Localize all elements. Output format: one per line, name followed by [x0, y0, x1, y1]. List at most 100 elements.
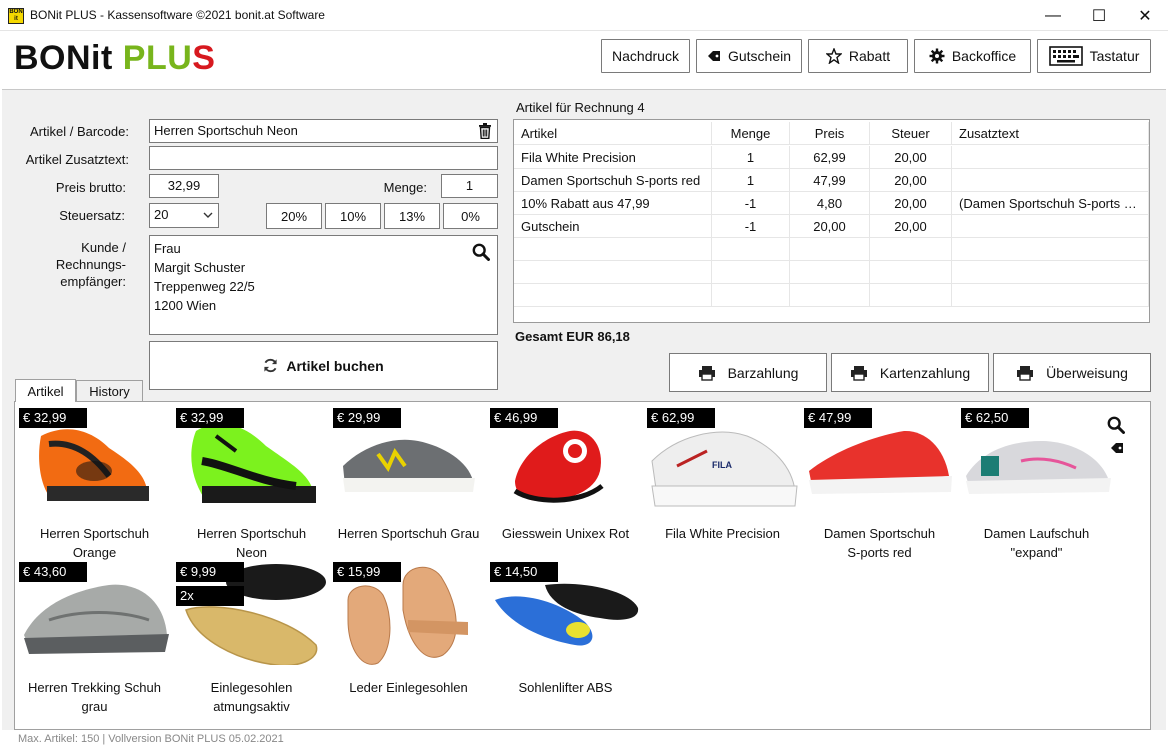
- product-grid: € 32,99 Herren Sportschuh Orange € 32,99 …: [14, 401, 1151, 730]
- rabatt-button[interactable]: Rabatt: [808, 39, 908, 73]
- product-tile-sohlenlifter[interactable]: € 14,50 Sohlenlifter ABS: [488, 558, 643, 710]
- product-name: Einlegesohlen atmungsaktiv: [174, 678, 329, 716]
- col-preis[interactable]: Preis: [790, 122, 870, 145]
- search-icon[interactable]: [1107, 416, 1125, 434]
- tax-0-button[interactable]: 0%: [443, 203, 498, 229]
- product-tile-leder-einlegesohlen[interactable]: € 15,99 Leder Einlegesohlen: [331, 558, 486, 710]
- menge-input[interactable]: 1: [441, 174, 498, 198]
- product-name-line1: Einlegesohlen: [210, 680, 293, 695]
- empty-cell: [870, 238, 952, 261]
- col-artikel[interactable]: Artikel: [514, 122, 712, 145]
- product-tile-einlegesohlen[interactable]: € 9,99 2x Einlegesohlen atmungsaktiv: [174, 558, 329, 714]
- tag-icon[interactable]: [1110, 442, 1124, 454]
- product-price: € 32,99: [176, 408, 244, 428]
- tax-10-button[interactable]: 10%: [325, 203, 381, 229]
- customer-salutation: Frau: [154, 241, 181, 256]
- cell-menge: 1: [712, 146, 790, 169]
- product-tile-giesswein[interactable]: € 46,99 Giesswein Unixex Rot: [488, 404, 643, 556]
- product-price: € 46,99: [490, 408, 558, 428]
- cell-zusatztext: [952, 169, 1149, 192]
- table-row[interactable]: Gutschein -1 20,00 20,00: [514, 215, 1149, 238]
- col-zusatztext[interactable]: Zusatztext: [952, 122, 1149, 145]
- table-row-empty[interactable]: [514, 238, 1149, 261]
- preis-label: Preis brutto:: [55, 180, 126, 195]
- product-tile-trekking[interactable]: € 43,60 Herren Trekking Schuh grau: [17, 558, 172, 714]
- table-row[interactable]: Damen Sportschuh S-ports red 1 47,99 20,…: [514, 169, 1149, 192]
- empty-cell: [952, 284, 1149, 307]
- kartenzahlung-label: Kartenzahlung: [879, 364, 971, 381]
- tastatur-button[interactable]: Tastatur: [1037, 39, 1151, 73]
- product-tile-herren-orange[interactable]: € 32,99 Herren Sportschuh Orange: [17, 404, 172, 560]
- table-row-empty[interactable]: [514, 261, 1149, 284]
- tab-history[interactable]: History: [76, 380, 143, 402]
- kartenzahlung-button[interactable]: Kartenzahlung: [831, 353, 989, 392]
- product-name: Herren Sportschuh Grau: [331, 524, 486, 543]
- empty-cell: [514, 261, 712, 284]
- table-row[interactable]: Fila White Precision 1 62,99 20,00: [514, 146, 1149, 169]
- steuersatz-value: 20: [154, 207, 169, 222]
- rabatt-label: Rabatt: [848, 48, 891, 64]
- product-tile-herren-neon[interactable]: € 32,99 Herren Sportschuh Neon: [174, 404, 329, 560]
- cell-steuer: 20,00: [870, 215, 952, 238]
- table-row[interactable]: 10% Rabatt aus 47,99 -1 4,80 20,00 (Dame…: [514, 192, 1149, 215]
- cell-zusatztext: [952, 146, 1149, 169]
- cell-artikel: Damen Sportschuh S-ports red: [514, 169, 712, 192]
- product-name-line1: Herren Sportschuh: [39, 526, 150, 541]
- svg-text:FILA: FILA: [712, 460, 732, 470]
- barzahlung-button[interactable]: Barzahlung: [669, 353, 827, 392]
- product-name-line2: S-ports red: [847, 545, 912, 560]
- gutschein-button[interactable]: Gutschein: [696, 39, 802, 73]
- empty-cell: [790, 284, 870, 307]
- invoice-table[interactable]: Artikel Menge Preis Steuer Zusatztext Fi…: [513, 119, 1150, 323]
- customer-box[interactable]: Frau Margit Schuster Treppenweg 22/5 120…: [149, 235, 498, 335]
- product-price: € 32,99: [19, 408, 87, 428]
- col-menge[interactable]: Menge: [712, 122, 790, 145]
- product-price: € 15,99: [333, 562, 401, 582]
- tab-artikel[interactable]: Artikel: [15, 379, 76, 402]
- product-tile-damen-sports[interactable]: € 47,99 Damen Sportschuh S-ports red: [802, 404, 957, 560]
- product-name-line1: Herren Sportschuh: [196, 526, 307, 541]
- close-button[interactable]: ✕: [1122, 0, 1168, 31]
- artikel-buchen-button[interactable]: Artikel buchen: [149, 341, 498, 390]
- cell-steuer: 20,00: [870, 146, 952, 169]
- cell-preis: 47,99: [790, 169, 870, 192]
- customer-name: Margit Schuster: [154, 260, 246, 275]
- ueberweisung-button[interactable]: Überweisung: [993, 353, 1151, 392]
- product-name-line1: Fila White Precision: [665, 526, 780, 541]
- col-steuer[interactable]: Steuer: [870, 122, 952, 145]
- cell-steuer: 20,00: [870, 192, 952, 215]
- zusatztext-input[interactable]: [149, 146, 498, 170]
- product-name-line1: Damen Laufschuh: [983, 526, 1090, 541]
- steuersatz-select[interactable]: 20: [149, 203, 219, 228]
- product-tile-fila[interactable]: FILA € 62,99 Fila White Precision: [645, 404, 800, 556]
- cell-steuer: 20,00: [870, 169, 952, 192]
- kunde-label-line2: Rechnungs-: [55, 257, 126, 272]
- preis-input[interactable]: 32,99: [149, 174, 219, 198]
- nachdruck-button[interactable]: Nachdruck: [601, 39, 690, 73]
- ueberweisung-label: Überweisung: [1046, 364, 1128, 381]
- product-name-line2: "expand": [1010, 545, 1063, 560]
- table-row-empty[interactable]: [514, 284, 1149, 307]
- backoffice-button[interactable]: Backoffice: [914, 39, 1031, 73]
- app-icon: BON it: [8, 8, 24, 24]
- product-tile-herren-grau[interactable]: € 29,99 Herren Sportschuh Grau: [331, 404, 486, 556]
- cell-menge: 1: [712, 169, 790, 192]
- minimize-button[interactable]: —: [1030, 0, 1076, 31]
- printer-icon: [850, 365, 867, 381]
- product-quantity-badge: 2x: [176, 586, 244, 606]
- maximize-button[interactable]: ☐: [1076, 0, 1122, 31]
- empty-cell: [952, 238, 1149, 261]
- trash-icon[interactable]: [478, 123, 492, 139]
- product-name-line1: Giesswein Unixex Rot: [501, 526, 630, 541]
- tax-13-button[interactable]: 13%: [384, 203, 440, 229]
- printer-icon: [1017, 365, 1034, 381]
- tax-20-button[interactable]: 20%: [266, 203, 322, 229]
- cell-preis: 4,80: [790, 192, 870, 215]
- artikel-barcode-input[interactable]: Herren Sportschuh Neon: [149, 119, 498, 143]
- invoice-total: Gesamt EUR 86,18: [515, 329, 630, 344]
- search-icon[interactable]: [472, 243, 490, 261]
- artikel-value: Herren Sportschuh Neon: [154, 123, 298, 138]
- invoice-title: Artikel für Rechnung 4: [516, 100, 645, 115]
- backoffice-label: Backoffice: [951, 48, 1017, 64]
- product-tile-damen-laufschuh[interactable]: € 62,50 Damen Laufschuh "expand": [959, 404, 1149, 560]
